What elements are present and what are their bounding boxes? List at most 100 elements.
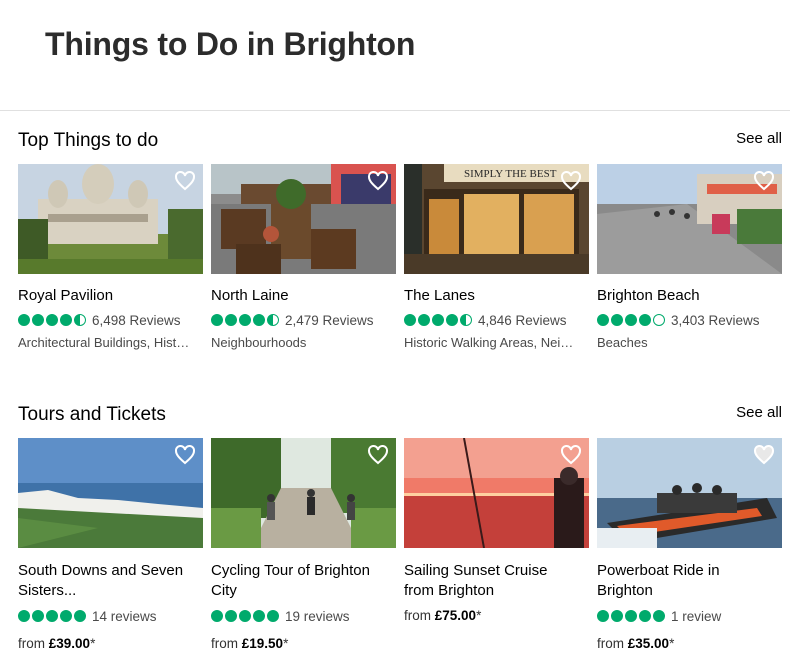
rating-row: 6,498 Reviews — [18, 312, 208, 328]
rating-bubble-icon — [46, 314, 58, 326]
tour-price: from £19.50* — [211, 636, 288, 651]
rating-bubbles — [18, 314, 86, 326]
tour-photo[interactable] — [404, 438, 589, 548]
rating-row: 3,403 Reviews — [597, 312, 787, 328]
price-value: £75.00 — [434, 608, 477, 623]
review-count[interactable]: 3,403 Reviews — [671, 313, 760, 328]
save-heart-icon[interactable] — [366, 443, 390, 467]
tours-section: Tours and Tickets See all South Downs an… — [18, 404, 782, 664]
rating-bubble-icon — [253, 610, 265, 622]
attraction-card-north-laine[interactable]: North Laine 2,479 Reviews Neighbourhoods — [211, 164, 396, 350]
save-heart-icon[interactable] — [559, 169, 583, 193]
attraction-card-the-lanes[interactable]: SIMPLY THE BEST The Lanes 4,846 Reviews … — [404, 164, 589, 350]
rating-row: 2,479 Reviews — [211, 312, 401, 328]
attraction-category: Neighbourhoods — [211, 335, 307, 350]
rating-bubble-icon — [225, 610, 237, 622]
tour-photo[interactable] — [18, 438, 203, 548]
rating-bubble-icon — [625, 314, 637, 326]
tour-name-line1: Powerboat Ride in — [597, 562, 720, 579]
attraction-card-brighton-beach[interactable]: Brighton Beach 3,403 Reviews Beaches — [597, 164, 782, 350]
tour-name[interactable]: South Downs and Seven Sisters... — [18, 561, 203, 601]
rating-row: 1 review — [597, 608, 787, 624]
save-heart-icon[interactable] — [173, 169, 197, 193]
rating-bubble-icon — [611, 610, 623, 622]
price-suffix: * — [476, 608, 482, 623]
attraction-photo[interactable] — [211, 164, 396, 274]
rating-bubble-icon — [211, 314, 223, 326]
rating-bubble-icon — [267, 314, 279, 326]
rating-bubbles — [211, 610, 279, 622]
tour-name-line2: from Brighton — [404, 582, 495, 599]
rating-bubble-icon — [18, 314, 30, 326]
section-title-tours: Tours and Tickets — [18, 404, 166, 425]
price-suffix: * — [90, 636, 96, 651]
attraction-photo[interactable]: SIMPLY THE BEST — [404, 164, 589, 274]
rating-row: 14 reviews — [18, 608, 208, 624]
tour-card-cycling[interactable]: Cycling Tour of Brighton City 19 reviews… — [211, 438, 396, 651]
rating-bubble-icon — [46, 610, 58, 622]
rating-bubble-icon — [60, 314, 72, 326]
price-prefix: from — [597, 636, 628, 651]
tour-name-line2: City — [211, 582, 237, 599]
page-title: Things to Do in Brighton — [45, 26, 416, 62]
rating-bubbles — [18, 610, 86, 622]
save-heart-icon[interactable] — [559, 443, 583, 467]
tour-name-line1: Cycling Tour of Brighton — [211, 562, 370, 579]
tour-name-line1: Sailing Sunset Cruise — [404, 562, 548, 579]
attraction-photo[interactable] — [18, 164, 203, 274]
price-value: £19.50 — [241, 636, 284, 651]
tour-photo[interactable] — [597, 438, 782, 548]
save-heart-icon[interactable] — [752, 443, 776, 467]
save-heart-icon[interactable] — [366, 169, 390, 193]
tour-price: from £75.00* — [404, 608, 481, 623]
review-count[interactable]: 1 review — [671, 609, 721, 624]
attraction-name[interactable]: The Lanes — [404, 286, 589, 306]
attraction-name[interactable]: Brighton Beach — [597, 286, 782, 306]
rating-bubble-icon — [32, 610, 44, 622]
tour-price: from £39.00* — [18, 636, 95, 651]
review-count[interactable]: 19 reviews — [285, 609, 350, 624]
rating-row: 4,846 Reviews — [404, 312, 594, 328]
see-all-top-things-link[interactable]: See all — [736, 130, 782, 147]
rating-bubble-icon — [446, 314, 458, 326]
save-heart-icon[interactable] — [173, 443, 197, 467]
svg-text:SIMPLY THE BEST: SIMPLY THE BEST — [464, 168, 557, 180]
rating-bubble-icon — [74, 610, 86, 622]
tour-name-line2: Sisters... — [18, 582, 77, 599]
attraction-card-royal-pavilion[interactable]: Royal Pavilion 6,498 Reviews Architectur… — [18, 164, 203, 350]
tour-name[interactable]: Cycling Tour of Brighton City — [211, 561, 396, 601]
price-prefix: from — [211, 636, 242, 651]
review-count[interactable]: 2,479 Reviews — [285, 313, 374, 328]
rating-bubble-icon — [18, 610, 30, 622]
header-divider — [0, 110, 790, 111]
rating-bubble-icon — [267, 610, 279, 622]
review-count[interactable]: 6,498 Reviews — [92, 313, 181, 328]
price-value: £39.00 — [48, 636, 91, 651]
tour-card-powerboat[interactable]: Powerboat Ride in Brighton 1 review from… — [597, 438, 782, 651]
rating-bubbles — [211, 314, 279, 326]
attraction-category: Beaches — [597, 335, 648, 350]
tour-photo[interactable] — [211, 438, 396, 548]
rating-bubble-icon — [60, 610, 72, 622]
tour-name-line1: South Downs and Seven — [18, 562, 184, 579]
see-all-tours-link[interactable]: See all — [736, 404, 782, 421]
rating-bubbles — [404, 314, 472, 326]
rating-bubble-icon — [597, 314, 609, 326]
tour-card-sailing[interactable]: Sailing Sunset Cruise from Brighton from… — [404, 438, 589, 623]
rating-bubbles — [597, 610, 665, 622]
tour-card-south-downs[interactable]: South Downs and Seven Sisters... 14 revi… — [18, 438, 203, 651]
tour-name[interactable]: Sailing Sunset Cruise from Brighton — [404, 561, 589, 601]
rating-bubble-icon — [74, 314, 86, 326]
price-suffix: * — [283, 636, 289, 651]
review-count[interactable]: 14 reviews — [92, 609, 157, 624]
attraction-name[interactable]: Royal Pavilion — [18, 286, 203, 306]
attraction-photo[interactable] — [597, 164, 782, 274]
review-count[interactable]: 4,846 Reviews — [478, 313, 567, 328]
attraction-name[interactable]: North Laine — [211, 286, 396, 306]
save-heart-icon[interactable] — [752, 169, 776, 193]
tour-name[interactable]: Powerboat Ride in Brighton — [597, 561, 782, 601]
rating-bubble-icon — [32, 314, 44, 326]
rating-bubble-icon — [639, 314, 651, 326]
rating-bubble-icon — [625, 610, 637, 622]
rating-bubble-icon — [418, 314, 430, 326]
